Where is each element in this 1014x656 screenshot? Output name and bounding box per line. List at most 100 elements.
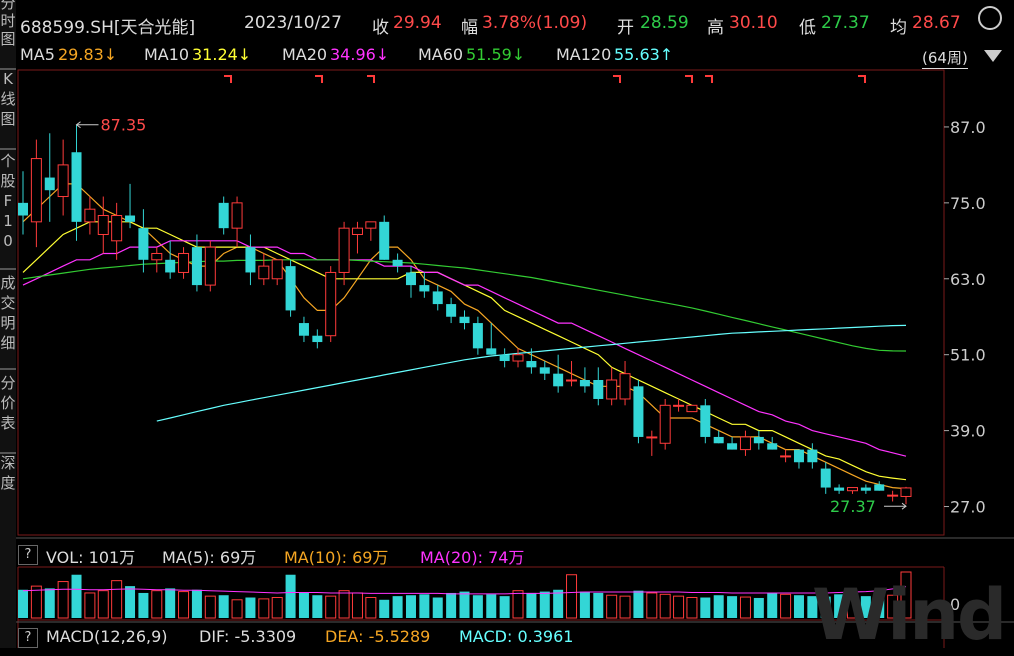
candle-body (526, 361, 537, 368)
candle-body (245, 247, 256, 273)
volume-bar (793, 595, 804, 618)
candle-body (887, 494, 899, 497)
high-annotation-label: 87.35 (101, 116, 147, 135)
volume-bar (44, 588, 55, 618)
volume-bar (727, 596, 738, 618)
macd-dea: DEA: -5.5289 (325, 627, 431, 646)
volume-bar (138, 592, 149, 618)
price-tick-label: 75.0 (950, 194, 986, 213)
volume-bar (178, 591, 190, 619)
buy-signal-marker (613, 75, 621, 83)
candle-body (486, 348, 497, 355)
candle-body (553, 373, 564, 387)
volume-bar (659, 593, 671, 619)
volume-bar (526, 592, 537, 618)
candle-body (312, 335, 323, 343)
candle-body (727, 443, 738, 450)
volume-bar (245, 597, 256, 618)
candle-body (846, 487, 858, 492)
candle-body (860, 487, 871, 491)
volume-bar (84, 592, 96, 619)
macd-value: MACD: 0.3961 (459, 627, 574, 646)
macd-help-icon[interactable]: ? (18, 628, 38, 648)
wind-watermark: Wind (812, 574, 1007, 656)
candle-body (84, 208, 96, 223)
candle-body (566, 379, 578, 382)
volume-bar (767, 592, 778, 618)
candle-body (285, 266, 296, 311)
ma-line-ma20 (22, 240, 907, 457)
candle-body (138, 228, 149, 260)
candle-body (351, 227, 363, 235)
candle-body (392, 259, 403, 267)
price-tick-label: 63.0 (950, 270, 986, 289)
volume-bar (204, 595, 216, 619)
candle-body (30, 158, 42, 223)
volume-bar (673, 595, 685, 619)
candle-body (767, 443, 778, 450)
price-tick-label: 87.0 (950, 118, 986, 137)
candle-body (874, 484, 885, 491)
candle-body (593, 380, 604, 399)
candle-body (71, 152, 82, 222)
volume-ma5: MA(5): 69万 (162, 548, 257, 567)
ma-line-ma60 (22, 259, 907, 352)
volume-bar (686, 597, 698, 619)
candle-body (204, 246, 216, 286)
volume-bar (151, 590, 163, 619)
volume-bar (419, 594, 430, 618)
candle-body (57, 164, 69, 198)
candle-body (258, 265, 270, 280)
candle-body (151, 252, 163, 261)
candle-body (18, 202, 28, 216)
volume-bar (392, 596, 403, 618)
candle-body (298, 323, 309, 336)
candle-body (97, 215, 109, 235)
volume-bar (566, 574, 578, 619)
volume-bar (512, 590, 524, 619)
volume-bar (432, 597, 443, 618)
candle-body (713, 436, 724, 444)
candle-body (900, 487, 912, 497)
volume-bar (379, 599, 390, 618)
buy-signal-marker (858, 75, 866, 83)
candle-body (379, 221, 390, 260)
candle-body (499, 354, 510, 362)
candle-body (780, 455, 792, 458)
volume-help-icon[interactable]: ? (18, 545, 38, 565)
candle-body (739, 436, 751, 451)
volume-bar (312, 595, 323, 618)
volume-bar (18, 589, 28, 618)
candle-body (178, 252, 190, 273)
volume-bar (459, 591, 470, 618)
volume-bar (713, 595, 724, 618)
buy-signal-marker (224, 75, 232, 83)
volume-bar (739, 596, 751, 619)
candle-body (325, 271, 337, 337)
candle-body (218, 202, 229, 229)
candle-body (673, 404, 685, 407)
candle-body (446, 304, 457, 317)
candle-body (659, 404, 671, 444)
volume-bar (365, 597, 377, 619)
volume-bar (298, 592, 309, 618)
buy-signal-marker (685, 75, 693, 83)
candle-body (191, 247, 202, 286)
candle-body (459, 316, 470, 324)
buy-signal-marker (367, 75, 375, 83)
candle-body (419, 285, 430, 292)
volume-bar (606, 594, 618, 619)
candle-body (820, 468, 831, 488)
volume-bar (539, 591, 550, 618)
volume-bar (753, 597, 764, 618)
candle-body (472, 323, 483, 349)
candle-body (338, 227, 350, 273)
candle-body (111, 215, 123, 242)
volume-bar (218, 595, 229, 618)
volume-ma10: MA(10): 69万 (284, 548, 389, 567)
candle-body (807, 449, 818, 463)
volume-bar (472, 595, 483, 618)
candle-body (633, 386, 644, 437)
volume-bar (191, 589, 202, 618)
ma-line-ma10 (22, 221, 907, 481)
